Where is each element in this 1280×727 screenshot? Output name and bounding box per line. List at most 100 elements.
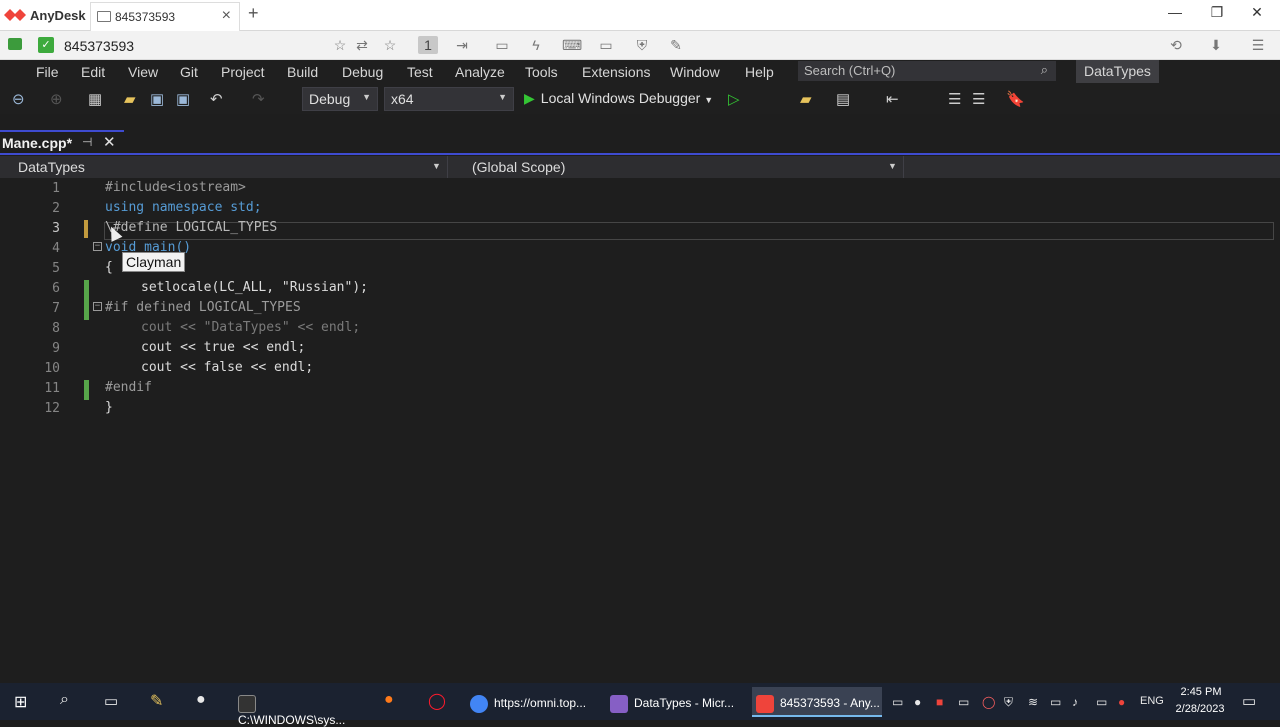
transfer-icon[interactable]: ⇄ bbox=[352, 36, 372, 54]
tray-chat-icon[interactable]: ▭ bbox=[892, 695, 903, 709]
open-folder-icon[interactable]: ▰ bbox=[124, 90, 136, 108]
new-tab-button[interactable]: + bbox=[248, 3, 259, 24]
history-icon[interactable]: ⟲ bbox=[1166, 36, 1186, 54]
menu-git[interactable]: Git bbox=[180, 64, 198, 80]
code-text: #if defined LOGICAL_TYPES bbox=[105, 300, 301, 315]
app-name: AnyDesk bbox=[30, 8, 86, 23]
save-all-icon[interactable]: ▣ bbox=[176, 90, 190, 108]
chevron-down-icon: ▼ bbox=[362, 92, 371, 102]
new-project-icon[interactable]: ▦ bbox=[88, 90, 102, 108]
bookmark-icon[interactable]: 🔖 bbox=[1006, 90, 1025, 108]
folder-icon[interactable]: ▰ bbox=[800, 90, 812, 108]
chevron-down-icon: ▼ bbox=[888, 161, 897, 171]
menu-extensions[interactable]: Extensions bbox=[582, 64, 650, 80]
pinned-app-icon[interactable]: ● bbox=[196, 691, 206, 709]
code-line: 10 cout << false << endl; bbox=[0, 358, 1280, 378]
code-text: using namespace std; bbox=[105, 200, 262, 215]
indent-icon[interactable]: ⇤ bbox=[886, 90, 899, 108]
menu-project[interactable]: Project bbox=[221, 64, 265, 80]
chevron-down-icon: ▼ bbox=[704, 95, 713, 105]
whiteboard-icon[interactable]: ✎ bbox=[666, 36, 686, 54]
star-icon[interactable]: ☆ bbox=[380, 36, 400, 54]
platform-select[interactable]: x64 ▼ bbox=[384, 87, 514, 111]
search-icon[interactable]: ⌕ bbox=[60, 691, 69, 709]
start-without-debugging-icon[interactable]: ▷ bbox=[728, 90, 740, 108]
menu-view[interactable]: View bbox=[128, 64, 158, 80]
clock-date[interactable]: 2/28/2023 bbox=[1170, 703, 1230, 715]
task-view-icon[interactable]: ▭ bbox=[104, 692, 118, 710]
session-tab[interactable]: 845373593 × bbox=[90, 2, 240, 31]
display-icon[interactable]: ▭ bbox=[1096, 695, 1107, 709]
scope-dropdown[interactable]: (Global Scope) ▼ bbox=[450, 156, 904, 178]
document-tab[interactable]: Mane.cpp* ⊣ ✕ bbox=[0, 130, 124, 155]
windows-start-icon[interactable]: ⊞ bbox=[14, 692, 27, 712]
visual-studio-icon bbox=[610, 695, 628, 713]
display-icon[interactable]: ▭ bbox=[596, 36, 616, 54]
menu-tools[interactable]: Tools bbox=[525, 64, 558, 80]
comment-icon[interactable]: ☰ bbox=[948, 90, 961, 108]
navigate-forward-icon[interactable]: ⊕ bbox=[50, 90, 63, 108]
menu-file[interactable]: File bbox=[36, 64, 59, 80]
navigate-back-icon[interactable]: ⊖ bbox=[12, 90, 25, 108]
pinned-app-icon[interactable]: ✎ bbox=[150, 691, 163, 711]
clock-time[interactable]: 2:45 PM bbox=[1176, 686, 1226, 698]
chat-icon[interactable]: ▭ bbox=[492, 36, 512, 54]
download-icon[interactable]: ⬇ bbox=[1206, 36, 1226, 54]
collapse-icon[interactable]: − bbox=[93, 302, 102, 311]
menu-analyze[interactable]: Analyze bbox=[455, 64, 505, 80]
monitor-icon bbox=[97, 11, 111, 22]
close-icon[interactable]: ✕ bbox=[103, 133, 116, 151]
undo-icon[interactable]: ↶ bbox=[210, 90, 223, 108]
save-icon[interactable]: ▣ bbox=[150, 90, 164, 108]
menu-build[interactable]: Build bbox=[287, 64, 318, 80]
menu-icon[interactable]: ☰ bbox=[1248, 36, 1268, 54]
minimize-button[interactable]: — bbox=[1160, 4, 1190, 26]
taskbar-app-chrome[interactable]: https://omni.top... bbox=[470, 687, 600, 717]
search-box[interactable]: Search (Ctrl+Q) ⌕ bbox=[798, 61, 1056, 81]
menu-test[interactable]: Test bbox=[407, 64, 433, 80]
uncomment-icon[interactable]: ☰ bbox=[972, 90, 985, 108]
opera-icon[interactable]: ◯ bbox=[428, 691, 446, 711]
keyboard-icon[interactable]: ⌨ bbox=[562, 36, 582, 54]
menu-help[interactable]: Help bbox=[745, 64, 774, 80]
code-line: 2 using namespace std; bbox=[0, 198, 1280, 218]
volume-icon[interactable]: ♪ bbox=[1072, 695, 1078, 709]
notifications-icon[interactable]: ▭ bbox=[1242, 692, 1256, 710]
configuration-select[interactable]: Debug ▼ bbox=[302, 87, 378, 111]
battery-icon[interactable]: ▭ bbox=[1050, 695, 1061, 709]
layout-icon[interactable]: ▤ bbox=[836, 90, 850, 108]
actions-icon[interactable]: ϟ bbox=[526, 36, 546, 54]
navigation-bar: DataTypes ▼ (Global Scope) ▼ bbox=[0, 156, 1280, 178]
code-editor[interactable]: 1 #include<iostream> 2 using namespace s… bbox=[0, 178, 1280, 683]
tray-anydesk-icon[interactable]: ■ bbox=[936, 695, 943, 709]
wifi-icon[interactable]: ≋ bbox=[1028, 695, 1038, 709]
display-one-icon[interactable]: 1 bbox=[418, 36, 438, 54]
menu-edit[interactable]: Edit bbox=[81, 64, 105, 80]
redo-icon[interactable]: ↷ bbox=[252, 90, 265, 108]
taskbar-app-label: 845373593 - Any... bbox=[780, 696, 880, 710]
code-line: 7 − #if defined LOGICAL_TYPES bbox=[0, 298, 1280, 318]
taskbar-app-anydesk[interactable]: 845373593 - Any... bbox=[752, 687, 882, 717]
menu-window[interactable]: Window bbox=[670, 64, 720, 80]
tray-app-icon[interactable]: ● bbox=[1118, 695, 1125, 709]
favorite-icon[interactable]: ☆ bbox=[330, 36, 350, 54]
language-indicator[interactable]: ENG bbox=[1140, 695, 1164, 707]
firefox-icon[interactable]: ● bbox=[384, 691, 394, 709]
tray-shield-icon[interactable]: ⛨ bbox=[1004, 695, 1013, 710]
taskbar-app-visual-studio[interactable]: DataTypes - Micr... bbox=[610, 687, 744, 717]
close-window-button[interactable]: ✕ bbox=[1242, 4, 1272, 26]
restore-button[interactable]: ❐ bbox=[1202, 4, 1232, 26]
tray-video-icon[interactable]: ▭ bbox=[958, 695, 969, 709]
switch-sides-icon[interactable]: ⇥ bbox=[452, 36, 472, 54]
start-debugging-button[interactable]: ▶Local Windows Debugger ▼ bbox=[524, 90, 713, 107]
permissions-icon[interactable]: ⛨ bbox=[632, 36, 652, 54]
tray-opera-icon[interactable]: ◯ bbox=[982, 695, 995, 709]
tray-teams-icon[interactable]: ● bbox=[914, 695, 921, 709]
pin-icon[interactable]: ⊣ bbox=[82, 135, 92, 149]
menu-debug[interactable]: Debug bbox=[342, 64, 383, 80]
close-tab-icon[interactable]: × bbox=[222, 7, 231, 25]
play-icon: ▶ bbox=[524, 90, 535, 106]
taskbar-app-cmd[interactable]: C:\WINDOWS\sys... bbox=[238, 687, 368, 717]
project-dropdown[interactable]: DataTypes ▼ bbox=[0, 156, 448, 178]
collapse-icon[interactable]: − bbox=[93, 242, 102, 251]
